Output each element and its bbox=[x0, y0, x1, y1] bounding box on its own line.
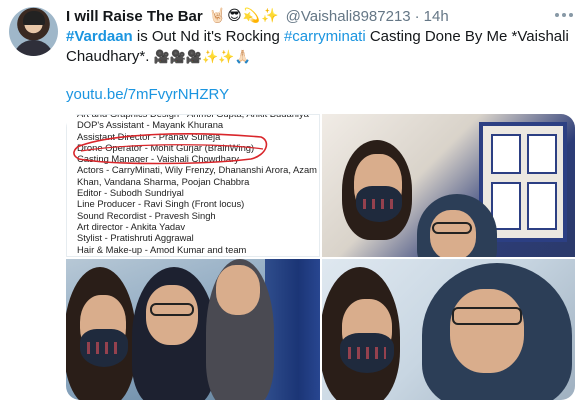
credit-line: Stylist - Pratishruti Aggrawal bbox=[77, 232, 194, 244]
avatar-cap bbox=[23, 11, 45, 25]
credit-line: Assistant Director - Pranav Suneja bbox=[77, 130, 221, 142]
selfie-photo-3[interactable] bbox=[322, 259, 575, 400]
tweet-timestamp[interactable]: 14h bbox=[424, 8, 449, 25]
face-mask bbox=[356, 186, 402, 222]
tweet-header: I will Raise The Bar 🤘🏻😎💫✨ @Vaishali8987… bbox=[66, 6, 555, 26]
window-pane bbox=[527, 134, 557, 174]
tweet-emojis: 🎥🎥🎥✨✨🙏🏻 bbox=[153, 50, 251, 65]
credits-image[interactable]: Art and Graphics Design - Anmol Gupta, A… bbox=[66, 114, 320, 257]
author-emojis: 🤘🏻😎💫✨ bbox=[208, 8, 280, 24]
glasses bbox=[432, 222, 472, 234]
tweet-text-segment: is Out Nd it's Rocking bbox=[132, 28, 284, 45]
credit-line: Sound Recordist - Pravesh Singh bbox=[77, 209, 216, 221]
avatar-shirt bbox=[13, 40, 54, 56]
selfie-photo-2[interactable] bbox=[66, 259, 320, 400]
credit-line: Line Producer - Ravi Singh (Front locus) bbox=[77, 198, 245, 210]
face-mask bbox=[340, 333, 394, 373]
tweet-text: #Vardaan is Out Nd it's Rocking #carrymi… bbox=[66, 27, 571, 68]
glasses bbox=[150, 303, 194, 316]
credit-line: Hair & Make-up - Amod Kumar and team bbox=[77, 243, 247, 255]
glasses bbox=[452, 307, 522, 325]
face-mask bbox=[80, 329, 128, 367]
credit-line: Khan, Vandana Sharma, Poojan Chabbra bbox=[77, 175, 250, 187]
author-avatar[interactable] bbox=[9, 7, 58, 56]
more-dot bbox=[555, 13, 559, 17]
separator-dot: · bbox=[414, 7, 420, 25]
hashtag-carryminati[interactable]: #carryminati bbox=[284, 28, 366, 45]
person-face bbox=[216, 265, 260, 315]
credit-line: Casting Manager - Vaishali Chowdhary bbox=[77, 153, 239, 165]
author-name[interactable]: I will Raise The Bar bbox=[66, 8, 203, 25]
credit-line: DOP's Assistant - Mayank Khurana bbox=[77, 119, 224, 131]
hashtag-vardaan[interactable]: #Vardaan bbox=[66, 28, 133, 45]
more-dot bbox=[562, 13, 566, 17]
person-face bbox=[450, 289, 524, 373]
author-handle[interactable]: @Vaishali8987213 bbox=[286, 8, 411, 25]
credit-line: Art director - Ankita Yadav bbox=[77, 220, 186, 232]
window-pane bbox=[491, 134, 521, 174]
more-dot bbox=[569, 13, 573, 17]
media-grid: Art and Graphics Design - Anmol Gupta, A… bbox=[66, 114, 575, 400]
youtube-link[interactable]: youtu.be/7mFvyrNHZRY bbox=[66, 86, 229, 103]
credit-line: Editor - Subodh Sundriyal bbox=[77, 187, 184, 199]
credit-line: Actors - CarryMinati, Wily Frenzy, Dhana… bbox=[77, 164, 317, 176]
more-options-icon[interactable] bbox=[555, 8, 573, 22]
credit-line: Drone Operator - Mohit Gurjar (BrainWing… bbox=[77, 141, 255, 153]
selfie-photo-1[interactable] bbox=[322, 114, 575, 257]
credits-text: Art and Graphics Design - Anmol Gupta, A… bbox=[77, 115, 317, 255]
window-pane bbox=[527, 182, 557, 230]
